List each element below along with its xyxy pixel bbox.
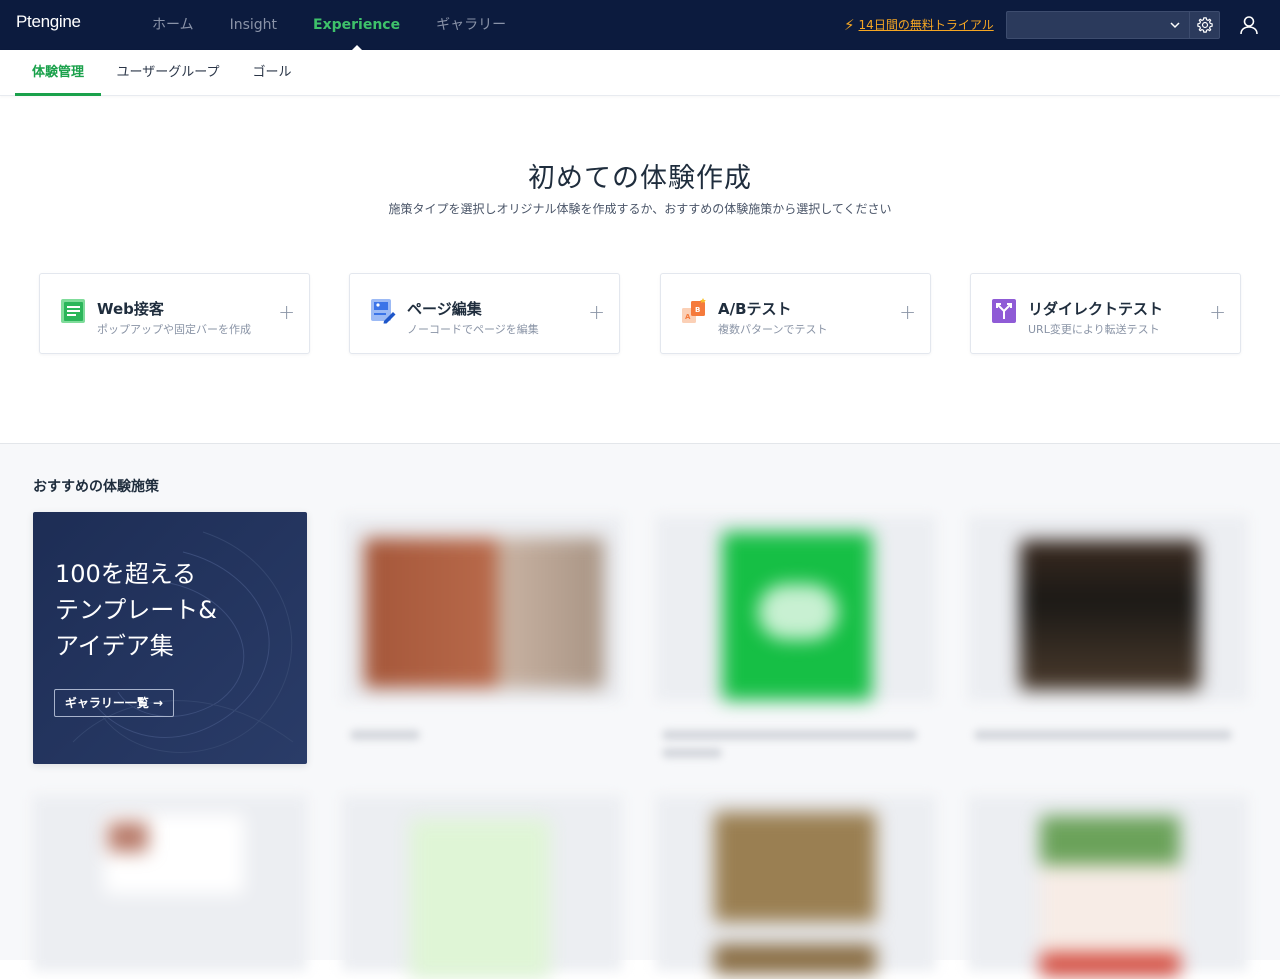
lightning-icon: ⚡ — [844, 15, 855, 34]
template-thumbnail — [364, 538, 604, 688]
svg-text:B: B — [695, 306, 700, 314]
card-title: リダイレクトテスト — [1028, 300, 1164, 318]
nav-item-insight[interactable]: Insight — [212, 0, 295, 50]
nav-item-gallery[interactable]: ギャラリー — [418, 0, 524, 50]
free-trial-link[interactable]: ⚡ 14日間の無料トライアル — [844, 16, 994, 33]
recommendations-section: おすすめの体験施策 100を超える テンプレート& アイデア集 ギャラリー一覧 … — [0, 443, 1280, 979]
section-title: おすすめの体験施策 — [33, 479, 159, 495]
template-thumbnail-detail — [714, 944, 876, 974]
redirect-test-icon — [992, 299, 1016, 323]
plus-icon: + — [278, 300, 295, 324]
plus-icon: + — [899, 300, 916, 324]
card-subtitle: ノーコードでページを編集 — [407, 323, 539, 336]
svg-text:A: A — [685, 313, 691, 321]
gear-icon — [1196, 17, 1213, 33]
chevron-down-icon — [1170, 22, 1180, 29]
template-caption — [662, 748, 722, 758]
template-thumbnail — [1040, 816, 1180, 976]
settings-button[interactable] — [1190, 11, 1220, 39]
sub-navigation: 体験管理 ユーザーグループ ゴール — [0, 50, 1280, 96]
project-select[interactable] — [1006, 11, 1190, 39]
free-trial-label: 14日間の無料トライアル — [858, 18, 994, 32]
main-nav: ホーム Insight Experience ギャラリー — [134, 0, 524, 50]
user-account-button[interactable] — [1238, 14, 1260, 36]
tab-user-groups[interactable]: ユーザーグループ — [108, 50, 228, 96]
card-redirect-test[interactable]: リダイレクトテスト URL変更により転送テスト + — [970, 273, 1241, 354]
card-subtitle: 複数パターンでテスト — [718, 323, 828, 336]
card-title: Web接客 — [97, 300, 164, 318]
card-subtitle: URL変更により転送テスト — [1028, 323, 1160, 336]
tab-goals[interactable]: ゴール — [240, 50, 304, 96]
gallery-promo-card[interactable]: 100を超える テンプレート& アイデア集 ギャラリー一覧 → — [33, 512, 307, 764]
template-thumbnail — [1020, 540, 1200, 690]
template-caption — [974, 730, 1232, 740]
card-title: A/Bテスト — [718, 300, 792, 318]
card-page-edit[interactable]: ページ編集 ノーコードでページを編集 + — [349, 273, 620, 354]
template-caption — [662, 730, 917, 740]
promo-headline: 100を超える テンプレート& アイデア集 — [55, 560, 217, 660]
card-web-reception[interactable]: Web接客 ポップアップや固定バーを作成 + — [39, 273, 310, 354]
page-edit-icon — [371, 299, 396, 324]
template-thumbnail — [410, 819, 550, 979]
plus-icon: + — [588, 300, 605, 324]
page-subtitle: 施策タイプを選択しオリジナル体験を作成するか、おすすめの体験施策から選択してくだ… — [388, 202, 892, 216]
template-thumbnail — [714, 812, 876, 922]
nav-item-home[interactable]: ホーム — [134, 0, 212, 50]
template-caption — [350, 730, 420, 740]
ab-test-icon: A B — [682, 298, 706, 323]
page-title: 初めての体験作成 — [528, 163, 752, 194]
card-subtitle: ポップアップや固定バーを作成 — [97, 323, 251, 336]
gallery-list-button[interactable]: ギャラリー一覧 → — [54, 689, 174, 717]
top-navbar: Ptengine ホーム Insight Experience ギャラリー ⚡ … — [0, 0, 1280, 50]
user-icon — [1240, 16, 1258, 35]
nav-item-experience[interactable]: Experience — [295, 0, 418, 50]
card-title: ページ編集 — [407, 300, 482, 318]
template-thumbnail-detail — [108, 822, 148, 852]
template-thumbnail-detail — [758, 584, 838, 640]
card-ab-test[interactable]: A B A/Bテスト 複数パターンでテスト + — [660, 273, 931, 354]
web-reception-icon — [61, 299, 85, 323]
plus-icon: + — [1209, 300, 1226, 324]
ptengine-logo[interactable]: Ptengine — [16, 12, 81, 32]
tab-experience-management[interactable]: 体験管理 — [15, 50, 101, 96]
